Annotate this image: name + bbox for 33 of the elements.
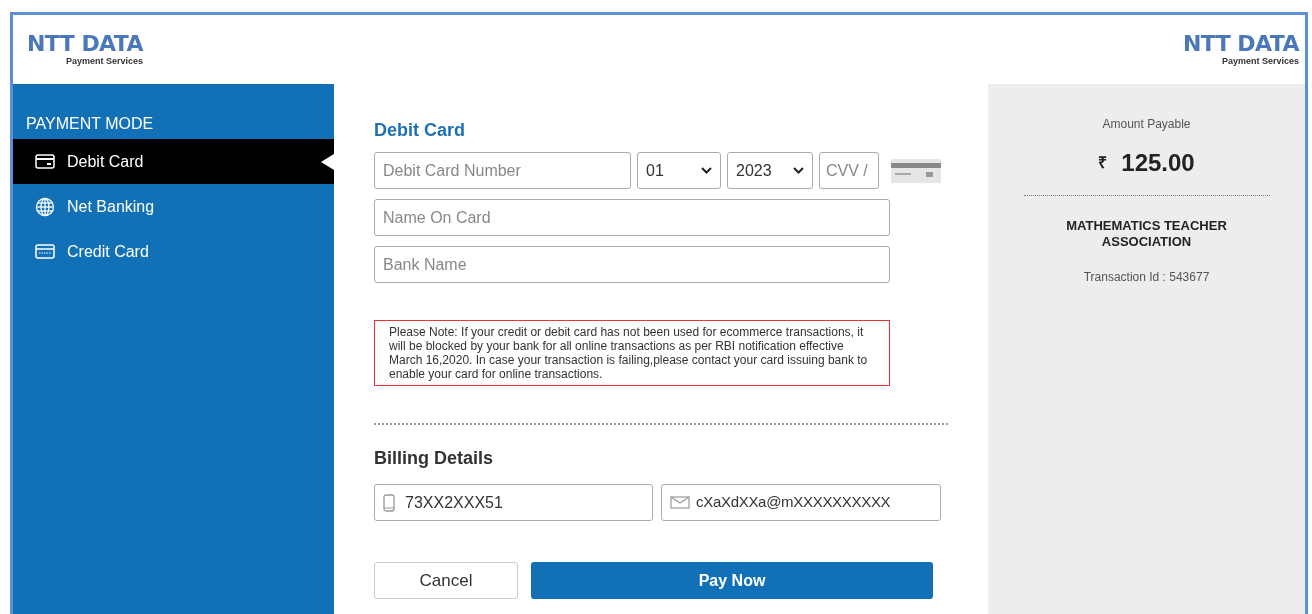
chevron-down-icon (701, 167, 712, 174)
phone-icon (383, 493, 395, 512)
card-icon (35, 244, 55, 259)
currency-symbol: ₹ (1098, 153, 1108, 173)
payment-mode-item[interactable]: Credit Card (13, 229, 334, 274)
note-text: Please Note: If your credit or debit card has not been used for ecommerce transactions, it will be blocked by your bank for all online transactions as per RBI notification effective March 16,2020. In case your transaction is failing,please contact your card issuing bank to enable your card for online transactions. (374, 320, 890, 386)
cancel-button[interactable]: Cancel (374, 562, 518, 599)
card-back-icon (891, 158, 941, 183)
chevron-down-icon (793, 167, 804, 174)
name-on-card-field[interactable]: Name On Card (374, 199, 890, 236)
card-number-field[interactable]: Debit Card Number (374, 152, 631, 189)
envelope-icon (670, 496, 690, 509)
merchant-name: MATHEMATICS TEACHER ASSOCIATION (1065, 218, 1228, 250)
payment-mode-item[interactable]: Net Banking (13, 184, 334, 229)
company-logo: NTT DATA Payment Services (1182, 33, 1299, 66)
globe-icon (35, 196, 55, 217)
amount-label: Amount Payable (1102, 116, 1191, 133)
sidebar-title: PAYMENT MODE (25, 114, 155, 134)
transaction-id: Transaction Id : 543677 (1083, 269, 1210, 286)
pay-now-button[interactable]: Pay Now (531, 562, 933, 599)
cvv-field[interactable]: CVV / (819, 152, 879, 189)
company-logo: NTT DATA Payment Services (27, 33, 144, 66)
amount-value: 125.00 (1121, 148, 1195, 178)
selection-pointer-icon (321, 154, 334, 170)
month-select[interactable]: 01 (637, 152, 721, 189)
bank-name-field[interactable]: Bank Name (374, 246, 890, 283)
year-select[interactable]: 2023 (727, 152, 813, 189)
card-icon (35, 154, 55, 169)
form-title: Debit Card (374, 119, 466, 142)
billing-title: Billing Details (374, 447, 495, 470)
payment-mode-item[interactable]: Debit Card (13, 139, 334, 184)
email-field[interactable]: cXaXdXXa@mXXXXXXXXXX (661, 484, 941, 521)
phone-field[interactable]: 73XX2XXX51 (374, 484, 653, 521)
